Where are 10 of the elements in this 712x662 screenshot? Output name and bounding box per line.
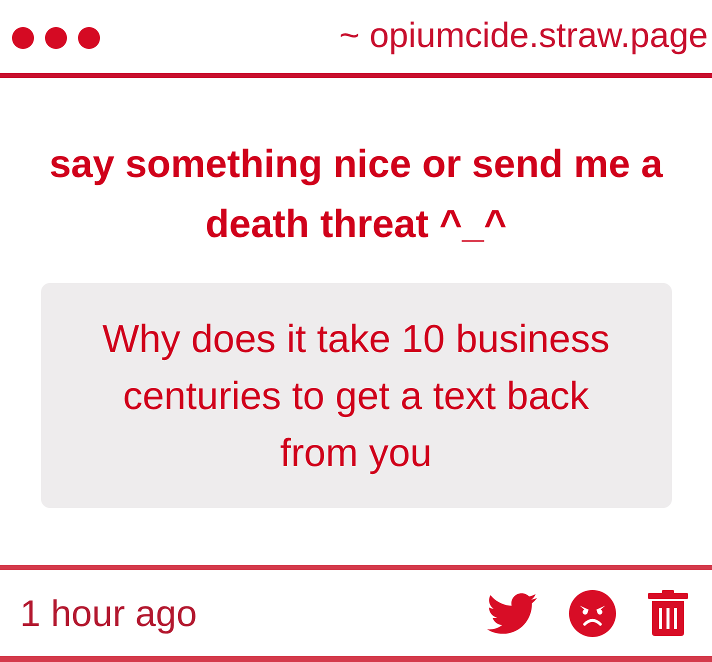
site-address: ~ opiumcide.straw.page (339, 16, 708, 56)
bird-icon[interactable] (487, 592, 537, 634)
angry-face-icon[interactable] (569, 590, 616, 636)
prompt-heading: say something nice or send me a death threat ^_^ (48, 142, 664, 248)
dot-icon (78, 26, 100, 48)
dot-icon (45, 26, 67, 48)
message-text: Why does it take 10 business centuries to get a text back from you (101, 317, 611, 477)
dot-icon (12, 26, 34, 48)
trash-icon[interactable] (648, 590, 688, 636)
timestamp: 1 hour ago (20, 593, 197, 635)
